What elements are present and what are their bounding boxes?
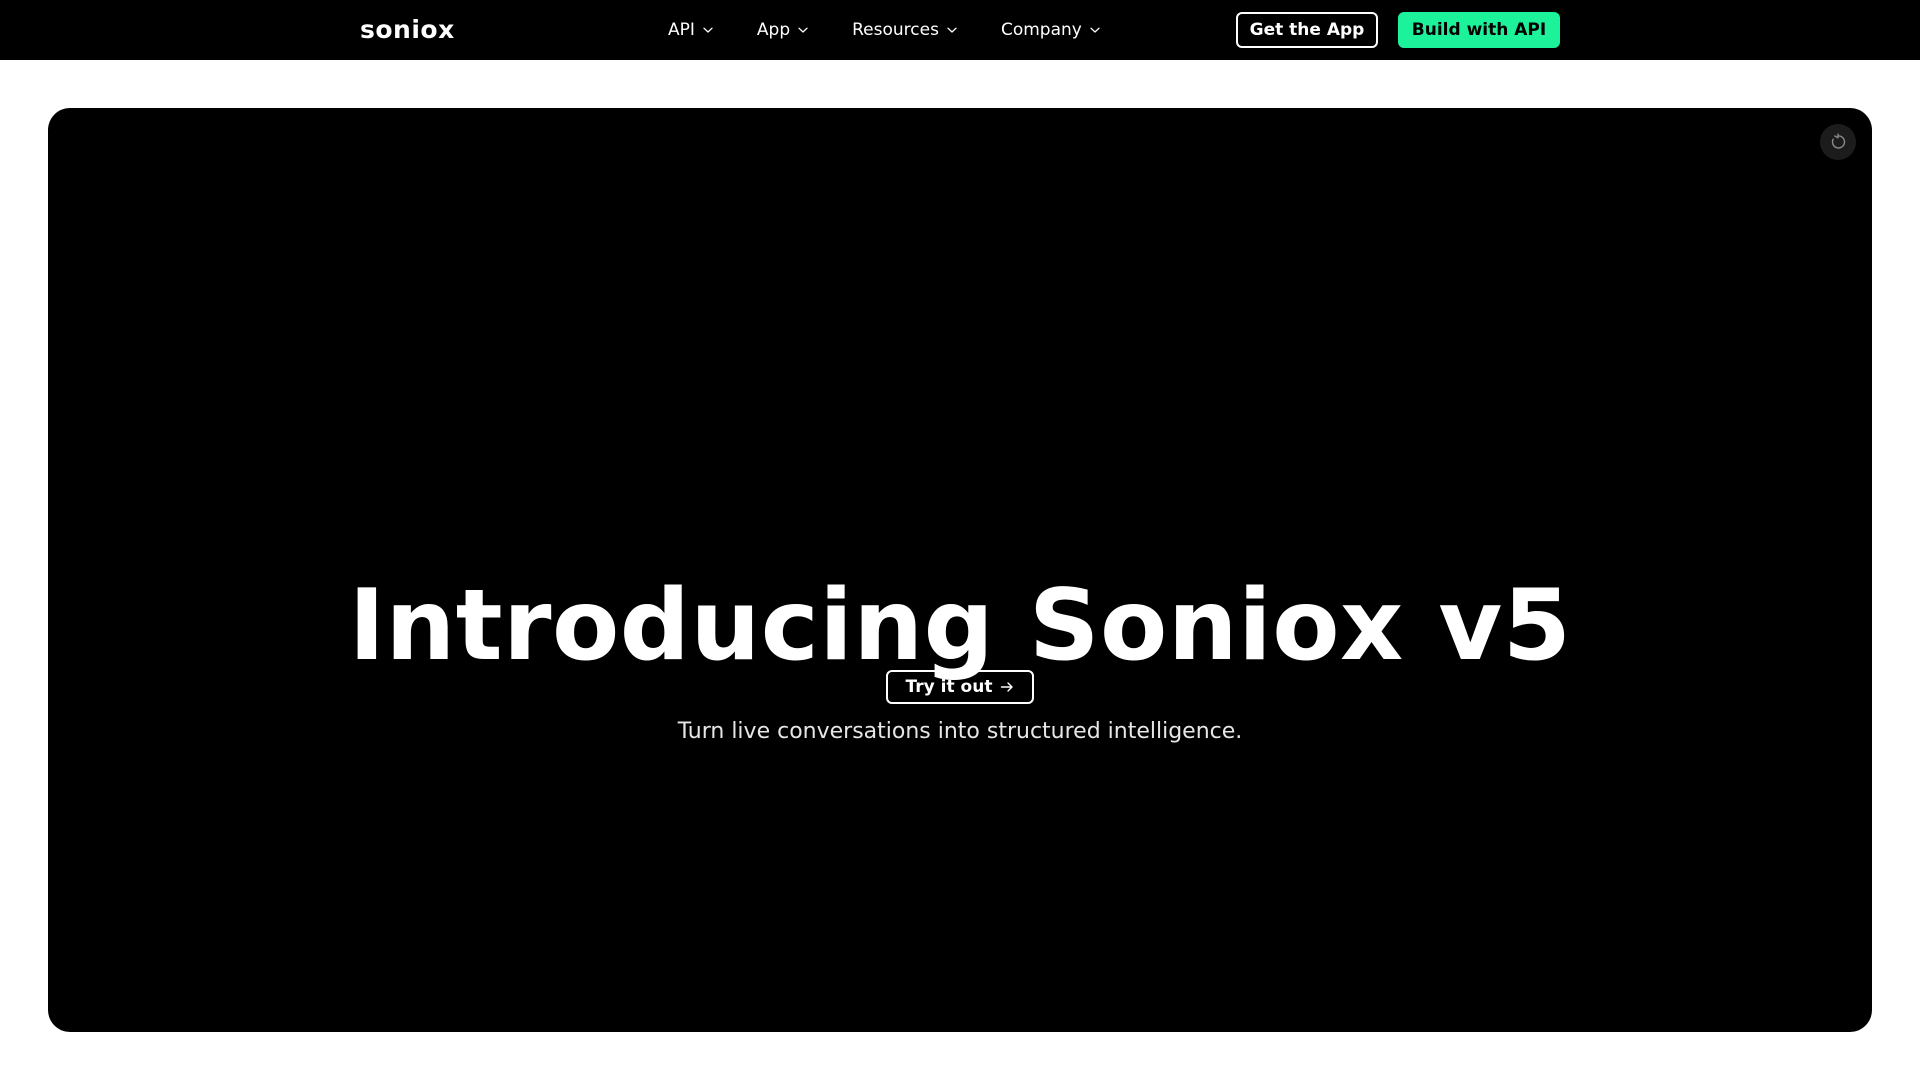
nav-item-app[interactable]: App: [757, 20, 809, 40]
nav-item-resources[interactable]: Resources: [852, 20, 958, 40]
try-it-out-button[interactable]: Try it out: [886, 670, 1034, 704]
soniox-logo[interactable]: soniox: [360, 14, 455, 46]
arrow-right-icon: [1000, 681, 1014, 693]
chevron-down-icon: [797, 24, 809, 36]
replay-button[interactable]: [1820, 124, 1856, 160]
chevron-down-icon: [1089, 24, 1101, 36]
try-it-out-label: Try it out: [905, 677, 993, 697]
chevron-down-icon: [946, 24, 958, 36]
nav-item-company[interactable]: Company: [1001, 20, 1101, 40]
replay-icon: [1829, 133, 1847, 151]
nav-item-label: App: [756, 20, 791, 40]
hero-title: Introducing Soniox v5: [348, 569, 1572, 683]
build-with-api-button[interactable]: Build with API: [1398, 12, 1560, 48]
get-the-app-button[interactable]: Get the App: [1236, 12, 1378, 48]
nav-item-label: Company: [1000, 20, 1082, 40]
hero-section: Introducing Soniox v5 Turn live conversa…: [48, 108, 1872, 1032]
top-navbar: soniox API App Resources Company Get the…: [0, 0, 1920, 60]
nav-item-label: API: [668, 20, 695, 40]
nav-item-api[interactable]: API: [668, 20, 714, 40]
chevron-down-icon: [702, 24, 714, 36]
hero-subtitle: Turn live conversations into structured …: [677, 719, 1243, 744]
nav-item-label: Resources: [852, 20, 939, 40]
main-nav-menu: API App Resources Company: [668, 0, 1144, 60]
